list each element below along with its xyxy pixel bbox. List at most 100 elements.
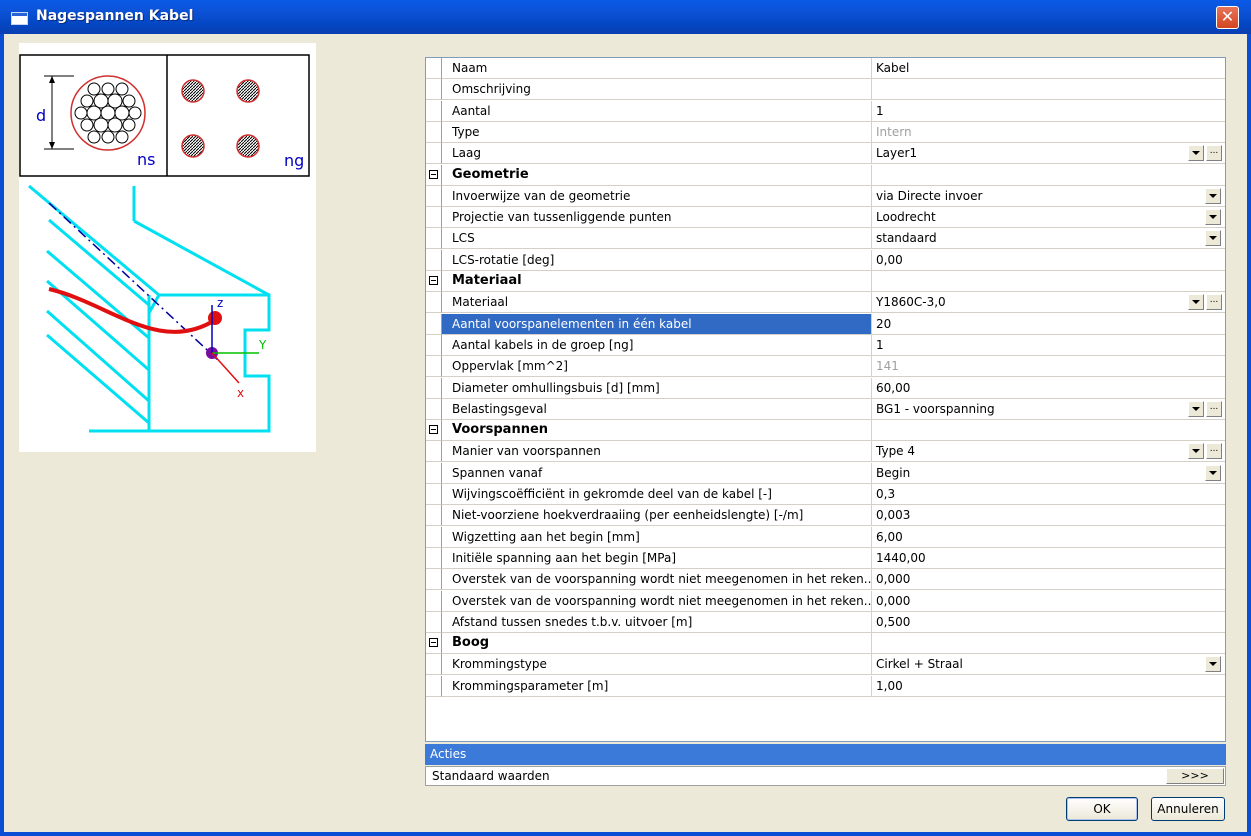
property-value[interactable]: 0,00 [872, 250, 1225, 271]
property-value[interactable]: 0,000 [872, 569, 1225, 591]
row-gutter [426, 121, 442, 143]
property-row[interactable]: Omschrijving [426, 79, 1225, 101]
ellipsis-button[interactable]: ... [1206, 400, 1222, 417]
row-gutter[interactable] [426, 633, 442, 655]
property-row[interactable]: Oppervlak [mm^2] 141 [426, 356, 1225, 378]
window-border-right [1247, 34, 1251, 836]
row-gutter[interactable] [426, 271, 442, 292]
category-label: Geometrie [442, 164, 872, 186]
dropdown-arrow-icon[interactable] [1205, 187, 1221, 204]
property-value[interactable] [872, 79, 1225, 101]
ok-button[interactable]: OK [1066, 797, 1138, 821]
property-row[interactable]: Aantal voorspanelementen in één kabel 20 [426, 313, 1225, 335]
property-label: Belastingsgeval [442, 398, 872, 420]
property-row[interactable]: Naam Kabel [426, 58, 1225, 79]
property-value[interactable]: Begin [872, 463, 1225, 484]
property-value[interactable]: Layer1 [872, 143, 1225, 165]
dropdown-arrow-icon[interactable] [1188, 443, 1204, 460]
dropdown-arrow-icon[interactable] [1188, 145, 1204, 162]
property-row[interactable]: Projectie van tussenliggende punten Loodr… [426, 207, 1225, 229]
ellipsis-button[interactable]: ... [1206, 294, 1222, 311]
property-row[interactable]: Wijvingscoëfficiënt in gekromde deel van… [426, 484, 1225, 505]
property-value[interactable]: 0,000 [872, 591, 1225, 612]
property-value-text: Loodrecht [876, 210, 936, 225]
property-row[interactable]: Diameter omhullingsbuis [d] [mm] 60,00 [426, 377, 1225, 399]
property-value[interactable]: 1 [872, 335, 1225, 356]
collapse-icon[interactable] [429, 169, 438, 179]
row-gutter [426, 100, 442, 122]
property-row[interactable]: Initiële spanning aan het begin [MPa] 144… [426, 547, 1225, 569]
dropdown-arrow-icon[interactable] [1188, 400, 1204, 417]
axis-x-label: x [237, 386, 244, 400]
property-value[interactable]: 0,500 [872, 612, 1225, 633]
property-row[interactable]: Niet-voorziene hoekverdraaiing (per eenh… [426, 505, 1225, 527]
action-row-default-values[interactable]: Standaard waarden >>> [425, 766, 1226, 786]
collapse-icon[interactable] [429, 276, 438, 285]
title-bar[interactable]: Nagespannen Kabel ✕ [0, 0, 1251, 34]
dropdown-arrow-icon[interactable] [1205, 230, 1221, 247]
collapse-icon[interactable] [429, 638, 438, 648]
ellipsis-button[interactable]: ... [1206, 145, 1222, 162]
property-label: Type [442, 121, 872, 143]
apply-defaults-button[interactable]: >>> [1166, 768, 1224, 784]
duct-circle [236, 134, 260, 158]
property-row[interactable]: Materiaal Y1860C-3,0... [426, 292, 1225, 314]
property-row[interactable]: Wigzetting aan het begin [mm] 6,00 [426, 526, 1225, 548]
property-row[interactable]: Spannen vanaf Begin [426, 462, 1225, 484]
property-value[interactable]: 1 [872, 101, 1225, 122]
property-value-text: 0,00 [876, 252, 903, 267]
property-row[interactable]: Aantal kabels in de groep [ng] 1 [426, 334, 1225, 356]
property-row[interactable]: Aantal 1 [426, 100, 1225, 122]
property-value[interactable]: 0,003 [872, 505, 1225, 527]
property-value[interactable]: 1440,00 [872, 548, 1225, 569]
category-label: Materiaal [442, 271, 872, 292]
collapse-icon[interactable] [429, 425, 438, 435]
property-row[interactable]: Belastingsgeval BG1 - voorspanning... [426, 398, 1225, 420]
property-row[interactable]: LCS-rotatie [deg] 0,00 [426, 249, 1225, 271]
close-button[interactable]: ✕ [1216, 6, 1239, 29]
dropdown-arrow-icon[interactable] [1205, 464, 1221, 481]
property-row[interactable]: Manier van voorspannen Type 4... [426, 441, 1225, 463]
property-value[interactable]: Y1860C-3,0 [872, 292, 1225, 314]
property-value[interactable]: Cirkel + Straal [872, 654, 1225, 676]
property-value[interactable]: 60,00 [872, 378, 1225, 399]
property-row[interactable]: Type Intern [426, 121, 1225, 143]
row-gutter[interactable] [426, 164, 442, 186]
property-value[interactable]: 1,00 [872, 676, 1225, 697]
property-value[interactable]: Loodrecht [872, 207, 1225, 229]
property-row[interactable]: Overstek van de voorspanning wordt niet … [426, 590, 1225, 612]
dropdown-arrow-icon[interactable] [1188, 294, 1204, 311]
property-value-text: 0,3 [876, 487, 896, 501]
property-row[interactable]: Invoerwijze van de geometrie via Directe … [426, 185, 1225, 207]
property-value-text: BG1 - voorspanning [876, 401, 995, 416]
cancel-button[interactable]: Annuleren [1151, 797, 1225, 821]
row-gutter[interactable] [426, 420, 442, 442]
property-row[interactable]: LCS standaard [426, 228, 1225, 250]
property-value[interactable]: 20 [872, 314, 1225, 335]
category-row[interactable]: Boog [426, 633, 1225, 655]
property-grid[interactable]: Naam Kabel Omschrijving Aantal 1 Type Intern La… [425, 57, 1226, 742]
row-gutter [426, 207, 442, 229]
dropdown-arrow-icon[interactable] [1205, 656, 1221, 673]
category-row[interactable]: Geometrie [426, 164, 1225, 186]
category-row[interactable]: Voorspannen [426, 420, 1225, 442]
property-value[interactable]: 6,00 [872, 527, 1225, 548]
property-value[interactable]: Kabel [872, 58, 1225, 79]
ellipsis-button[interactable]: ... [1206, 443, 1222, 460]
property-value[interactable]: standaard [872, 228, 1225, 250]
property-row[interactable]: Krommingsparameter [m] 1,00 [426, 675, 1225, 697]
property-value[interactable]: Type 4 [872, 441, 1225, 463]
dropdown-arrow-icon[interactable] [1205, 209, 1221, 226]
property-row[interactable]: Overstek van de voorspanning wordt niet … [426, 569, 1225, 591]
property-value[interactable]: 141 [872, 356, 1225, 378]
category-row[interactable]: Materiaal [426, 271, 1225, 292]
property-row[interactable]: Afstand tussen snedes t.b.v. uitvoer [m]… [426, 611, 1225, 633]
row-gutter [426, 569, 442, 591]
property-value[interactable]: BG1 - voorspanning [872, 399, 1225, 420]
property-row[interactable]: Laag Layer1... [426, 143, 1225, 165]
property-value[interactable]: Intern [872, 122, 1225, 143]
property-row[interactable]: Krommingstype Cirkel + Straal [426, 654, 1225, 676]
property-value-text: Layer1 [876, 146, 918, 161]
property-value[interactable]: via Directe invoer [872, 186, 1225, 207]
property-value[interactable]: 0,3 [872, 484, 1225, 505]
